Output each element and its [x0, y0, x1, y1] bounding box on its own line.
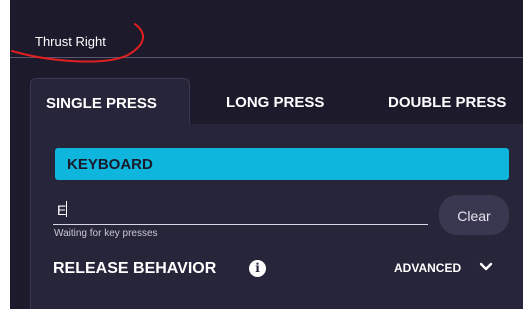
advanced-toggle[interactable]: ADVANCED	[394, 255, 509, 281]
keybind-editor: Thrust Right SINGLE PRESS LONG PRESS DOU…	[10, 0, 523, 309]
tab-single-press-label: SINGLE PRESS	[46, 95, 157, 112]
tab-double-press-label: DOUBLE PRESS	[388, 94, 507, 111]
info-icon[interactable]: i	[249, 260, 266, 277]
device-selector-keyboard[interactable]: KEYBOARD	[55, 148, 509, 180]
release-behavior-heading: RELEASE BEHAVIOR	[53, 260, 217, 277]
tab-long-press-label: LONG PRESS	[226, 94, 325, 111]
key-input-field[interactable]: E	[53, 197, 428, 225]
press-type-tabs: SINGLE PRESS LONG PRESS DOUBLE PRESS	[10, 78, 523, 124]
advanced-label: ADVANCED	[394, 261, 462, 275]
tab-long-press[interactable]: LONG PRESS	[226, 78, 356, 124]
binding-name-text: Thrust Right	[35, 34, 106, 49]
binding-name-field[interactable]: Thrust Right	[10, 0, 523, 58]
text-caret	[66, 201, 67, 217]
chevron-down-icon	[479, 262, 493, 271]
clear-button-label: Clear	[457, 208, 491, 224]
tab-double-press[interactable]: DOUBLE PRESS	[388, 78, 523, 124]
tab-single-press[interactable]: SINGLE PRESS	[30, 78, 190, 124]
key-input-helper-text: Waiting for key presses	[54, 228, 158, 239]
clear-button[interactable]: Clear	[439, 195, 509, 235]
device-label: KEYBOARD	[67, 156, 153, 173]
key-input-value: E	[57, 202, 67, 218]
